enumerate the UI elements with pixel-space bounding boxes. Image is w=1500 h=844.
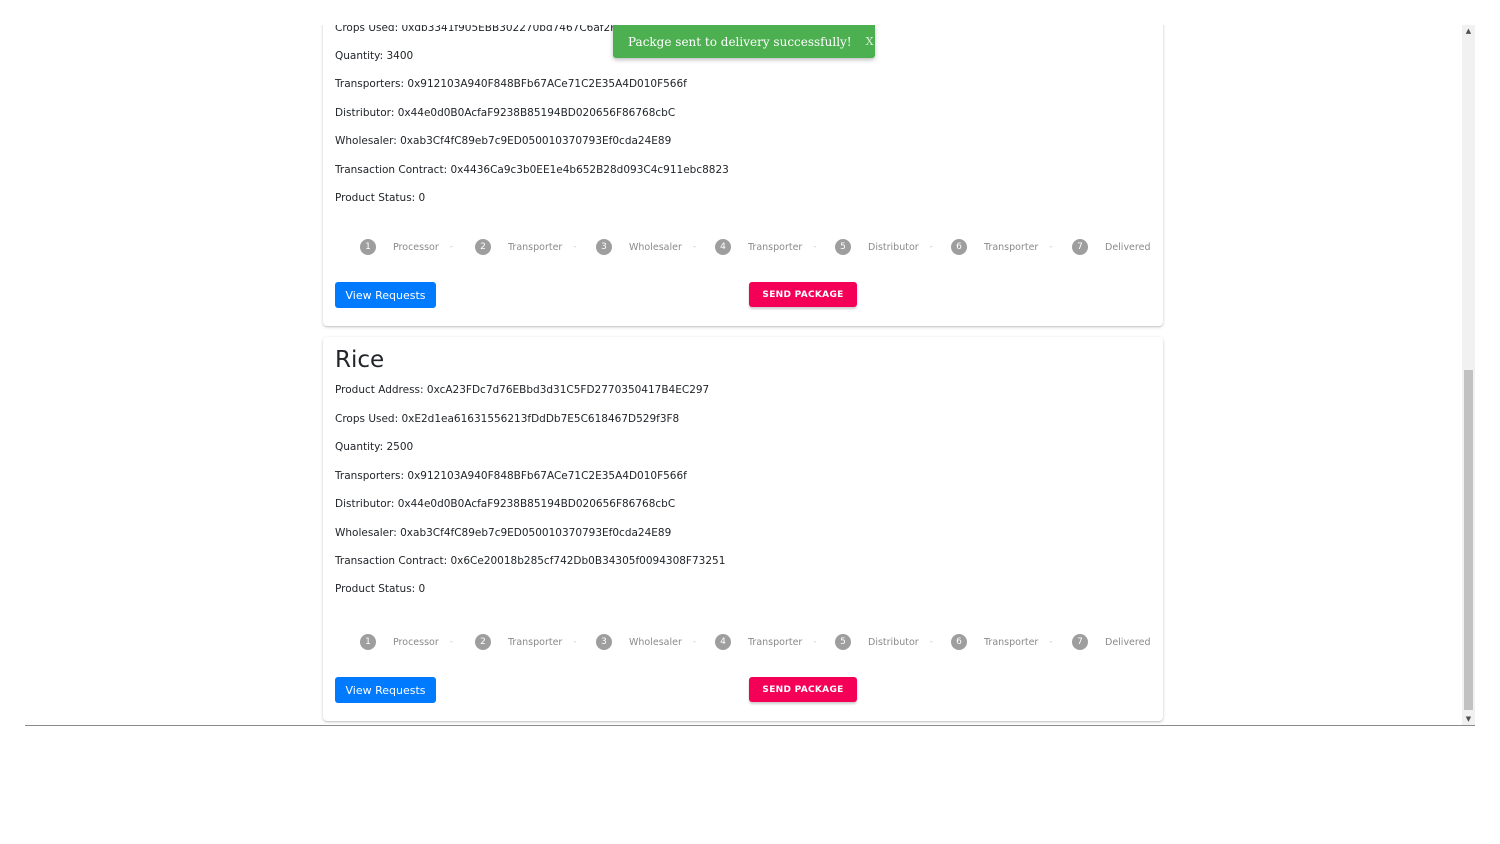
product-status: Product Status: 0: [335, 192, 426, 204]
step-separator: -: [813, 637, 817, 647]
transporters: Transporters: 0x912103A940F848BFb67ACe71…: [335, 470, 687, 482]
toast-message: Packge sent to delivery successfully!: [628, 34, 852, 49]
step-label: Transporter: [748, 241, 803, 253]
crops-used: Crops Used: 0xE2d1ea61631556213fDdDb7E5C…: [335, 413, 680, 425]
product-title: Rice: [335, 347, 385, 373]
step-label: Transporter: [748, 636, 803, 648]
triangle-down-icon[interactable]: ▼: [1462, 713, 1475, 725]
step-separator: -: [449, 637, 454, 647]
step-number: 2: [475, 634, 491, 650]
product-card: Crops Used: 0xdb3341f905EBB302270bd7467C…: [323, 25, 1163, 326]
step-label: Processor: [393, 241, 439, 253]
step-separator: -: [692, 637, 697, 647]
step-separator: -: [1049, 242, 1053, 252]
step-processor: 1 Processor -: [360, 235, 453, 259]
step-number: 3: [596, 634, 612, 650]
step-number: 3: [596, 239, 612, 255]
step-label: Distributor: [868, 636, 919, 648]
page-viewport: Crops Used: 0xdb3341f905EBB302270bd7467C…: [25, 25, 1475, 725]
step-number: 7: [1072, 239, 1088, 255]
step-separator: -: [929, 637, 933, 647]
step-transporter: 2 Transporter -: [475, 630, 577, 654]
step-processor: 1 Processor -: [360, 630, 453, 654]
step-label: Transporter: [508, 636, 563, 648]
step-separator: -: [692, 242, 697, 252]
vertical-scrollbar[interactable]: ▲ ▼: [1462, 25, 1475, 725]
triangle-up-icon[interactable]: ▲: [1462, 25, 1475, 37]
step-separator: -: [573, 242, 577, 252]
step-wholesaler: 3 Wholesaler -: [596, 630, 696, 654]
step-label: Processor: [393, 636, 439, 648]
success-toast: Packge sent to delivery successfully! X: [613, 25, 875, 58]
step-distributor: 5 Distributor -: [835, 630, 933, 654]
step-number: 1: [360, 239, 376, 255]
step-transporter: 4 Transporter -: [715, 235, 817, 259]
step-delivered: 7 Delivered: [1072, 235, 1150, 259]
transporters: Transporters: 0x912103A940F848BFb67ACe71…: [335, 78, 687, 90]
distributor: Distributor: 0x44e0d0B0AcfaF9238B85194BD…: [335, 498, 676, 510]
step-label: Transporter: [984, 241, 1039, 253]
step-label: Transporter: [984, 636, 1039, 648]
step-separator: -: [573, 637, 577, 647]
step-distributor: 5 Distributor -: [835, 235, 933, 259]
crops-used: Crops Used: 0xdb3341f905EBB302270bd7467C…: [335, 25, 638, 34]
send-package-button[interactable]: SEND PACKAGE: [749, 677, 857, 702]
step-number: 5: [835, 634, 851, 650]
quantity: Quantity: 2500: [335, 441, 414, 453]
step-number: 7: [1072, 634, 1088, 650]
distributor: Distributor: 0x44e0d0B0AcfaF9238B85194BD…: [335, 107, 676, 119]
quantity: Quantity: 3400: [335, 50, 414, 62]
step-transporter: 6 Transporter -: [951, 630, 1053, 654]
step-number: 4: [715, 239, 731, 255]
step-label: Delivered: [1105, 241, 1151, 253]
step-transporter: 6 Transporter -: [951, 235, 1053, 259]
step-separator: -: [813, 242, 817, 252]
wholesaler: Wholesaler: 0xab3Cf4fC89eb7c9ED050010370…: [335, 135, 672, 147]
wholesaler: Wholesaler: 0xab3Cf4fC89eb7c9ED050010370…: [335, 527, 672, 539]
step-transporter: 4 Transporter -: [715, 630, 817, 654]
divider: [25, 725, 1475, 726]
step-number: 6: [951, 239, 967, 255]
step-delivered: 7 Delivered: [1072, 630, 1150, 654]
step-label: Wholesaler: [629, 241, 682, 253]
step-wholesaler: 3 Wholesaler -: [596, 235, 696, 259]
step-number: 6: [951, 634, 967, 650]
step-label: Distributor: [868, 241, 919, 253]
product-address: Product Address: 0xcA23FDc7d76EBbd3d31C5…: [335, 384, 710, 396]
step-label: Wholesaler: [629, 636, 682, 648]
step-transporter: 2 Transporter -: [475, 235, 577, 259]
delivery-stepper: 1 Processor - 2 Transporter - 3 Wholesaler - 4…: [345, 235, 1150, 259]
view-requests-button[interactable]: View Requests: [335, 677, 436, 703]
product-status: Product Status: 0: [335, 583, 426, 595]
view-requests-button[interactable]: View Requests: [335, 282, 436, 308]
toast-close-button[interactable]: X: [866, 35, 874, 48]
step-label: Transporter: [508, 241, 563, 253]
step-number: 5: [835, 239, 851, 255]
step-number: 4: [715, 634, 731, 650]
step-separator: -: [449, 242, 454, 252]
step-separator: -: [1049, 637, 1053, 647]
product-card: Rice Product Address: 0xcA23FDc7d76EBbd3…: [323, 337, 1163, 721]
scrollbar-thumb[interactable]: [1464, 370, 1473, 710]
step-number: 1: [360, 634, 376, 650]
send-package-button[interactable]: SEND PACKAGE: [749, 282, 857, 307]
transaction-contract: Transaction Contract: 0x6Ce20018b285cf74…: [335, 555, 726, 567]
step-number: 2: [475, 239, 491, 255]
transaction-contract: Transaction Contract: 0x4436Ca9c3b0EE1e4…: [335, 164, 729, 176]
delivery-stepper: 1 Processor - 2 Transporter - 3 Wholesaler - 4…: [345, 630, 1150, 654]
step-label: Delivered: [1105, 636, 1151, 648]
step-separator: -: [929, 242, 933, 252]
